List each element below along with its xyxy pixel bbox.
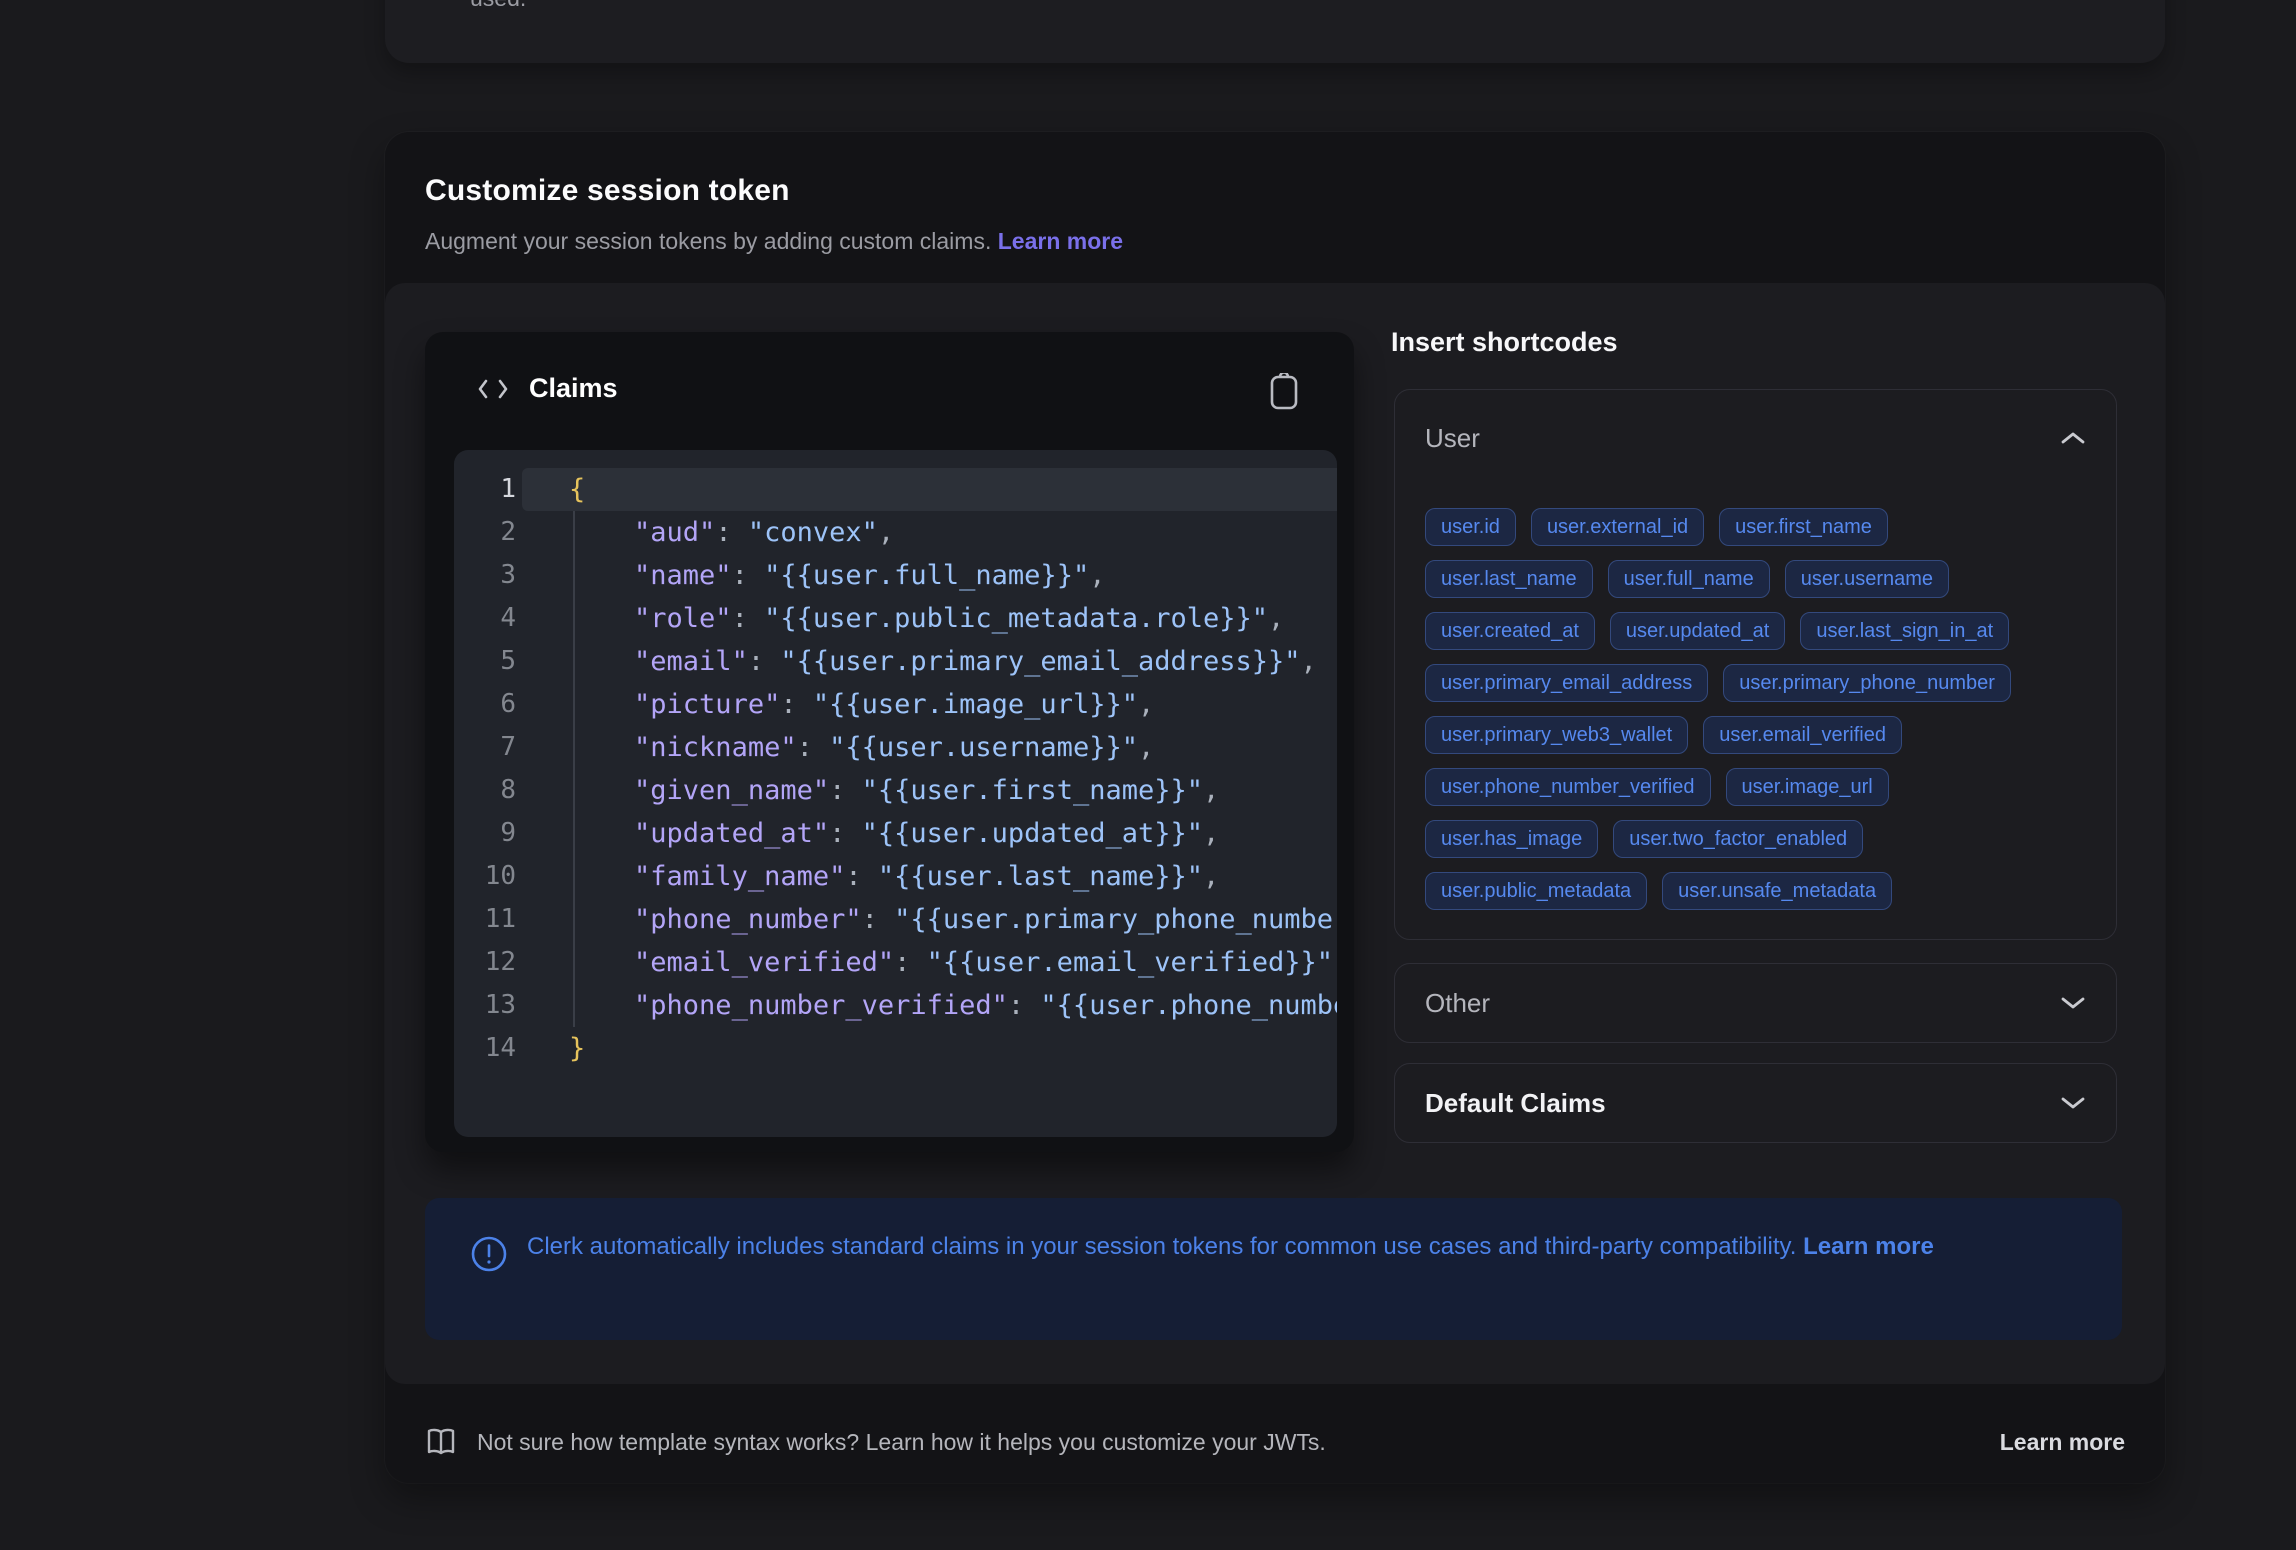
code-line[interactable]: "email": "{{user.primary_email_address}}…	[569, 640, 1337, 683]
banner-learn-more-link[interactable]: Learn more	[1803, 1233, 1934, 1260]
shortcode-chip-user-last-sign-in-at[interactable]: user.last_sign_in_at	[1800, 612, 2009, 650]
shortcodes-user-panel: User user.id user.external_id user.first_n…	[1394, 389, 2117, 940]
code-line[interactable]: "nickname": "{{user.username}}",	[569, 726, 1337, 769]
shortcode-row: user.has_image user.two_factor_enabled	[1425, 820, 2090, 858]
shortcode-chip-user-has-image[interactable]: user.has_image	[1425, 820, 1598, 858]
editor-title: Claims	[529, 373, 618, 404]
shortcode-row: user.created_at user.updated_at user.last_…	[1425, 612, 2090, 650]
clipboard-icon	[1268, 373, 1308, 411]
page-title: Customize session token	[425, 174, 790, 208]
subtitle-learn-more-link[interactable]: Learn more	[998, 228, 1123, 254]
user-shortcode-rows: user.iduser.external_iduser.first_nameus…	[1425, 508, 2090, 924]
shortcode-chip-user-email-verified[interactable]: user.email_verified	[1703, 716, 1902, 754]
fragment-text: used.	[470, 0, 526, 12]
code-line[interactable]: "updated_at": "{{user.updated_at}}",	[569, 812, 1337, 855]
line-number: 5	[454, 640, 516, 683]
claims-code-input[interactable]: 1234567891011121314 { "aud": "convex", "…	[454, 450, 1337, 1137]
shortcode-chip-user-image-url[interactable]: user.image_url	[1726, 768, 1889, 806]
line-number: 13	[454, 984, 516, 1027]
shortcode-row: user.id user.external_id user.first_name	[1425, 508, 2090, 546]
other-panel-header[interactable]: Other	[1395, 964, 2116, 1042]
chevron-down-icon	[2060, 995, 2086, 1011]
line-number: 14	[454, 1027, 516, 1070]
shortcode-row: user.last_name user.full_name user.usernam…	[1425, 560, 2090, 598]
shortcode-chip-user-primary-email-address[interactable]: user.primary_email_address	[1425, 664, 1708, 702]
user-panel-label: User	[1425, 423, 1480, 454]
info-icon	[470, 1235, 508, 1273]
code-line[interactable]: {	[569, 468, 1337, 511]
line-number: 9	[454, 812, 516, 855]
code-line[interactable]: "picture": "{{user.image_url}}",	[569, 683, 1337, 726]
card-subtitle: Augment your session tokens by adding cu…	[425, 228, 1123, 255]
shortcode-chip-user-public-metadata[interactable]: user.public_metadata	[1425, 872, 1647, 910]
code-line[interactable]: "given_name": "{{user.first_name}}",	[569, 769, 1337, 812]
shortcode-chip-user-two-factor-enabled[interactable]: user.two_factor_enabled	[1613, 820, 1863, 858]
code-line[interactable]: "email_verified": "{{user.email_verified…	[569, 941, 1337, 984]
token-editor-section: Claims 1234567891011121314	[385, 283, 2165, 1384]
claims-editor: Claims 1234567891011121314	[425, 332, 1354, 1152]
banner-text: Clerk automatically includes standard cl…	[527, 1226, 1977, 1267]
footer-text: Not sure how template syntax works? Lear…	[477, 1429, 1326, 1456]
code-line[interactable]: "name": "{{user.full_name}}",	[569, 554, 1337, 597]
code-line[interactable]: "aud": "convex",	[569, 511, 1337, 554]
line-number: 7	[454, 726, 516, 769]
shortcodes-other-panel: Other	[1394, 963, 2117, 1043]
subtitle-text: Augment your session tokens by adding cu…	[425, 228, 991, 254]
code-line[interactable]: "role": "{{user.public_metadata.role}}",	[569, 597, 1337, 640]
line-number: 6	[454, 683, 516, 726]
line-number: 1	[454, 468, 516, 511]
shortcode-chip-user-unsafe-metadata[interactable]: user.unsafe_metadata	[1662, 872, 1892, 910]
shortcodes-default-claims-panel: Default Claims	[1394, 1063, 2117, 1143]
line-numbers: 1234567891011121314	[454, 468, 516, 1070]
customize-session-token-card: Customize session token Augment your ses…	[385, 132, 2165, 1483]
line-number: 3	[454, 554, 516, 597]
shortcode-row: user.public_metadata user.unsafe_metadata	[1425, 872, 2090, 910]
other-panel-label: Other	[1425, 988, 1490, 1019]
user-panel-header[interactable]: User	[1395, 390, 2116, 486]
line-number: 11	[454, 898, 516, 941]
shortcode-chip-user-last-name[interactable]: user.last_name	[1425, 560, 1593, 598]
editor-header: Claims	[425, 332, 1354, 450]
default-claims-panel-label: Default Claims	[1425, 1088, 1606, 1119]
line-number: 12	[454, 941, 516, 984]
line-number: 10	[454, 855, 516, 898]
code-line[interactable]: }	[569, 1027, 1337, 1070]
code-line[interactable]: "family_name": "{{user.last_name}}",	[569, 855, 1337, 898]
shortcode-chip-user-first-name[interactable]: user.first_name	[1719, 508, 1888, 546]
shortcode-chip-user-id[interactable]: user.id	[1425, 508, 1516, 546]
card-footer: Not sure how template syntax works? Lear…	[425, 1416, 2125, 1468]
insert-shortcodes-title: Insert shortcodes	[1391, 327, 1618, 358]
shortcode-row: user.primary_web3_wallet user.email_verif…	[1425, 716, 2090, 754]
shortcode-chip-user-primary-phone-number[interactable]: user.primary_phone_number	[1723, 664, 2011, 702]
copy-claims-button[interactable]	[1268, 372, 1308, 412]
shortcode-chip-user-primary-web3-wallet[interactable]: user.primary_web3_wallet	[1425, 716, 1688, 754]
line-number: 4	[454, 597, 516, 640]
shortcode-chip-user-updated-at[interactable]: user.updated_at	[1610, 612, 1785, 650]
code-icon	[477, 378, 509, 400]
chevron-up-icon	[2060, 430, 2086, 446]
previous-card-fragment: used.	[385, 0, 2165, 63]
footer-learn-more-link[interactable]: Learn more	[2000, 1429, 2125, 1456]
code-lines: { "aud": "convex", "name": "{{user.full_…	[569, 468, 1337, 1070]
shortcode-chip-user-full-name[interactable]: user.full_name	[1608, 560, 1770, 598]
shortcode-chip-user-username[interactable]: user.username	[1785, 560, 1949, 598]
line-number: 2	[454, 511, 516, 554]
shortcode-row: user.phone_number_verified user.image_url	[1425, 768, 2090, 806]
line-number: 8	[454, 769, 516, 812]
shortcode-chip-user-phone-number-verified[interactable]: user.phone_number_verified	[1425, 768, 1711, 806]
page: used. Customize session token Augment yo…	[0, 0, 2296, 1550]
default-claims-panel-header[interactable]: Default Claims	[1395, 1064, 2116, 1142]
shortcode-row: user.primary_email_address user.primary_p…	[1425, 664, 2090, 702]
code-line[interactable]: "phone_number_verified": "{{user.phone_n…	[569, 984, 1337, 1027]
standard-claims-banner: Clerk automatically includes standard cl…	[425, 1198, 2122, 1340]
shortcode-chip-user-created-at[interactable]: user.created_at	[1425, 612, 1595, 650]
code-line[interactable]: "phone_number": "{{user.primary_phone_nu…	[569, 898, 1337, 941]
shortcode-chip-user-external-id[interactable]: user.external_id	[1531, 508, 1704, 546]
book-icon	[425, 1427, 457, 1457]
chevron-down-icon	[2060, 1095, 2086, 1111]
